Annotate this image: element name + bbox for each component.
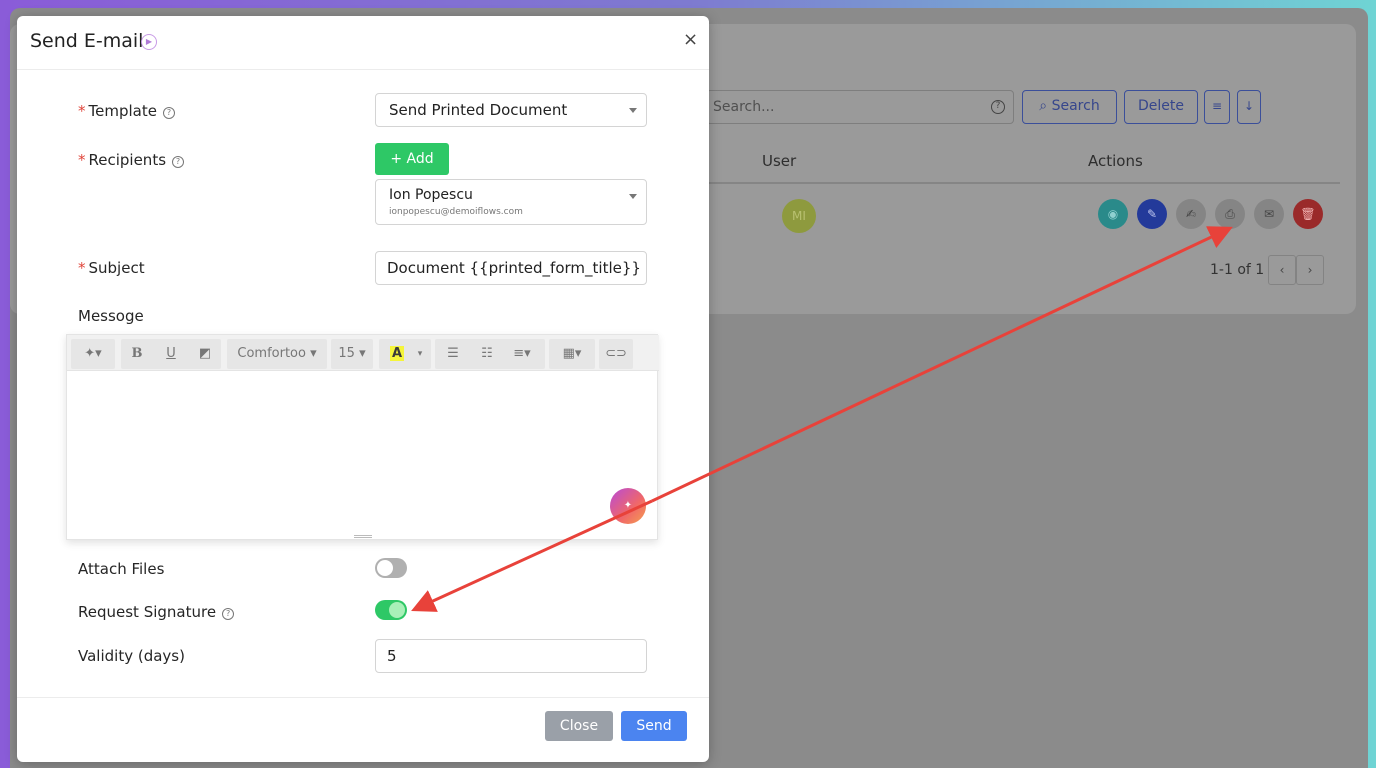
bold-icon[interactable]: B (125, 339, 149, 369)
email-icon[interactable]: ✉ (1254, 199, 1284, 229)
attach-files-label: Attach Files (78, 560, 165, 578)
bullet-list-icon[interactable]: ☰ (441, 339, 465, 369)
table-dropdown[interactable]: ▦▾ (549, 339, 595, 369)
chevron-down-icon (629, 108, 637, 113)
validity-input[interactable]: 5 (375, 639, 647, 673)
recipients-label-text: Recipients (88, 151, 167, 169)
column-user[interactable]: User (762, 152, 796, 170)
toggle-knob (377, 560, 393, 576)
font-family-dropdown[interactable]: Comfortoo ▾ (227, 339, 327, 369)
filter-icon[interactable]: ≡ (1204, 90, 1230, 124)
template-label-text: Template (88, 102, 157, 120)
help-icon: ? (222, 608, 235, 620)
table-header-divider (700, 182, 1340, 184)
toolbar-group-paragraph: ☰ ☷ ≡▾ (435, 339, 545, 369)
add-recipient-button[interactable]: + Add (375, 143, 449, 175)
subject-label-text: Subject (88, 259, 145, 277)
help-icon: ? (172, 156, 185, 168)
help-icon: ? (991, 100, 1005, 114)
recipient-select[interactable]: Ion Popescu ionpopescu@demoiflows.com (375, 179, 647, 225)
editor-content[interactable] (67, 372, 657, 532)
link-icon[interactable]: ⊂⊃ (604, 339, 628, 369)
play-icon[interactable]: ▶ (141, 34, 157, 50)
chevron-down-icon[interactable]: ▾ (413, 339, 427, 369)
recipient-email: ionpopescu@demoiflows.com (389, 207, 523, 217)
subject-label: * Subject (78, 259, 145, 277)
message-label: Messoge (78, 307, 144, 325)
toolbar-group-link: ⊂⊃ (599, 339, 633, 369)
toolbar-group-style: ✦▾ (71, 339, 115, 369)
toolbar-group-format: B U ◩ (121, 339, 221, 369)
resize-handle[interactable] (354, 535, 372, 538)
font-size-value: 15 ▾ (338, 346, 366, 361)
template-label: * Template? (78, 102, 175, 120)
message-editor: ✦▾ B U ◩ Comfortoo ▾ 15 ▾ A ▾ ☰ ☷ ≡▾ ▦▾ … (66, 334, 659, 540)
template-select[interactable]: Send Printed Document (375, 93, 647, 127)
search-button[interactable]: ⌕ Search (1022, 90, 1117, 124)
footer-divider (17, 697, 709, 698)
send-email-dialog: Send E-mail ▶ × * Template? Send Printed … (17, 16, 709, 762)
underline-icon[interactable]: U (159, 339, 183, 369)
request-signature-label-text: Request Signature (78, 603, 217, 621)
editor-toolbar: ✦▾ B U ◩ Comfortoo ▾ 15 ▾ A ▾ ☰ ☷ ≡▾ ▦▾ … (67, 335, 659, 371)
font-name: Comfortoo (237, 346, 306, 361)
avatar: MI (782, 199, 816, 233)
toolbar-group-color: A ▾ (379, 339, 431, 369)
dialog-title: Send E-mail (30, 30, 144, 52)
subject-input[interactable]: Document {{printed_form_title}} (375, 251, 647, 285)
request-signature-toggle[interactable] (375, 600, 407, 620)
align-icon[interactable]: ≡▾ (507, 339, 537, 369)
delete-button-label: Delete (1138, 98, 1184, 114)
search-button-label: Search (1051, 98, 1100, 114)
search-placeholder: Search... (713, 99, 775, 115)
print-icon[interactable]: ⎙ (1215, 199, 1245, 229)
prev-page-button[interactable]: ‹ (1268, 255, 1296, 285)
view-icon[interactable]: ◉ (1098, 199, 1128, 229)
download-icon[interactable]: ↓ (1237, 90, 1261, 124)
column-actions: Actions (1088, 152, 1143, 170)
recipient-name: Ion Popescu (389, 187, 473, 203)
send-button[interactable]: Send (621, 711, 687, 741)
eraser-icon[interactable]: ◩ (193, 339, 217, 369)
recipients-label: * Recipients? (78, 151, 185, 169)
pagination-text: 1-1 of 1 (1210, 262, 1265, 278)
numbered-list-icon[interactable]: ☷ (475, 339, 499, 369)
sign-document-icon[interactable]: ✍ (1176, 199, 1206, 229)
search-icon: ⌕ (1039, 98, 1048, 114)
font-size: 15 (338, 346, 355, 361)
ai-assistant-icon[interactable]: ✦ (610, 488, 646, 524)
help-icon: ? (162, 107, 175, 119)
template-value: Send Printed Document (389, 101, 568, 119)
magic-wand-icon[interactable]: ✦▾ (77, 339, 109, 369)
close-button[interactable]: Close (545, 711, 613, 741)
chevron-down-icon (629, 194, 637, 199)
delete-icon[interactable]: 🗑 (1293, 199, 1323, 229)
request-signature-label: Request Signature? (78, 603, 235, 621)
next-page-button[interactable]: › (1296, 255, 1324, 285)
edit-icon[interactable]: ✎ (1137, 199, 1167, 229)
validity-label: Validity (days) (78, 647, 185, 665)
toggle-knob (389, 602, 405, 618)
dialog-header: Send E-mail ▶ × (17, 16, 709, 70)
highlight-color-icon[interactable]: A (387, 339, 407, 369)
attach-files-toggle[interactable] (375, 558, 407, 578)
font-size-dropdown[interactable]: 15 ▾ (331, 339, 373, 369)
delete-button[interactable]: Delete (1124, 90, 1198, 124)
background-search-input[interactable]: Search... ? (706, 90, 1014, 124)
close-icon[interactable]: × (683, 29, 698, 50)
table-icon: ▦▾ (562, 346, 582, 361)
font-family-value: Comfortoo ▾ (237, 346, 317, 361)
